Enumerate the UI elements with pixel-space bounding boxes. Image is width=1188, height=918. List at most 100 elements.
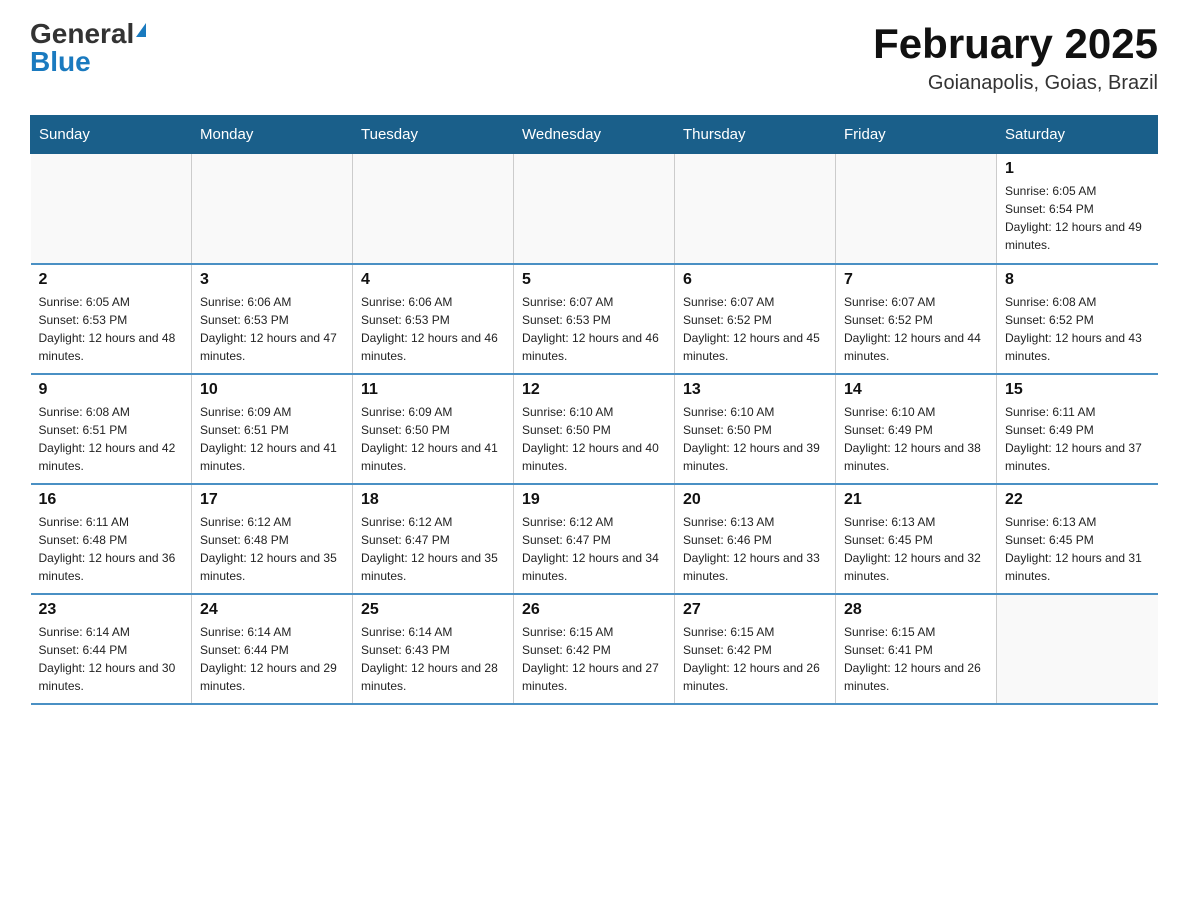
- day-info: Sunrise: 6:05 AMSunset: 6:54 PMDaylight:…: [1005, 182, 1150, 254]
- day-number: 14: [844, 381, 988, 399]
- day-info: Sunrise: 6:07 AMSunset: 6:52 PMDaylight:…: [683, 293, 827, 365]
- calendar-cell: 21 Sunrise: 6:13 AMSunset: 6:45 PMDayligh…: [836, 484, 997, 594]
- weekday-header-sunday: Sunday: [31, 116, 192, 154]
- day-number: 1: [1005, 160, 1150, 178]
- day-number: 5: [522, 271, 666, 289]
- calendar-cell: 6Sunrise: 6:07 AMSunset: 6:52 PMDaylight…: [675, 264, 836, 374]
- weekday-header-saturday: Saturday: [997, 116, 1158, 154]
- day-number: 25: [361, 601, 505, 619]
- weekday-header-monday: Monday: [192, 116, 353, 154]
- day-info: Sunrise: 6:14 AMSunset: 6:44 PMDaylight:…: [39, 623, 184, 695]
- calendar-cell: [31, 154, 192, 264]
- calendar-cell: 5 Sunrise: 6:07 AMSunset: 6:53 PMDaylight…: [514, 264, 675, 374]
- calendar-cell: 7Sunrise: 6:07 AMSunset: 6:52 PMDaylight…: [836, 264, 997, 374]
- calendar-cell: 9 Sunrise: 6:08 AMSunset: 6:51 PMDaylight…: [31, 374, 192, 484]
- weekday-header-friday: Friday: [836, 116, 997, 154]
- calendar-week-row: 1 Sunrise: 6:05 AMSunset: 6:54 PMDaylight…: [31, 154, 1158, 264]
- day-number: 21: [844, 491, 988, 509]
- day-info: Sunrise: 6:12 AMSunset: 6:47 PMDaylight:…: [361, 513, 505, 585]
- day-number: 3: [200, 271, 344, 289]
- weekday-header-thursday: Thursday: [675, 116, 836, 154]
- day-info: Sunrise: 6:09 AMSunset: 6:50 PMDaylight:…: [361, 403, 505, 475]
- day-info: Sunrise: 6:13 AMSunset: 6:45 PMDaylight:…: [1005, 513, 1150, 585]
- calendar-cell: 17Sunrise: 6:12 AMSunset: 6:48 PMDayligh…: [192, 484, 353, 594]
- calendar-cell: 2 Sunrise: 6:05 AMSunset: 6:53 PMDaylight…: [31, 264, 192, 374]
- day-info: Sunrise: 6:15 AMSunset: 6:42 PMDaylight:…: [683, 623, 827, 695]
- calendar-cell: 27 Sunrise: 6:15 AMSunset: 6:42 PMDayligh…: [675, 594, 836, 704]
- day-number: 23: [39, 601, 184, 619]
- calendar-cell: 28 Sunrise: 6:15 AMSunset: 6:41 PMDayligh…: [836, 594, 997, 704]
- day-info: Sunrise: 6:05 AMSunset: 6:53 PMDaylight:…: [39, 293, 184, 365]
- calendar-cell: 14 Sunrise: 6:10 AMSunset: 6:49 PMDayligh…: [836, 374, 997, 484]
- day-number: 27: [683, 601, 827, 619]
- calendar-cell: 15 Sunrise: 6:11 AMSunset: 6:49 PMDayligh…: [997, 374, 1158, 484]
- calendar-cell: 3 Sunrise: 6:06 AMSunset: 6:53 PMDaylight…: [192, 264, 353, 374]
- calendar-cell: 19 Sunrise: 6:12 AMSunset: 6:47 PMDayligh…: [514, 484, 675, 594]
- weekday-header-wednesday: Wednesday: [514, 116, 675, 154]
- day-info: Sunrise: 6:08 AMSunset: 6:52 PMDaylight:…: [1005, 293, 1150, 365]
- calendar-week-row: 9 Sunrise: 6:08 AMSunset: 6:51 PMDaylight…: [31, 374, 1158, 484]
- calendar-title: February 2025: [873, 20, 1158, 68]
- day-number: 10: [200, 381, 344, 399]
- day-number: 28: [844, 601, 988, 619]
- calendar-cell: 22 Sunrise: 6:13 AMSunset: 6:45 PMDayligh…: [997, 484, 1158, 594]
- day-info: Sunrise: 6:10 AMSunset: 6:50 PMDaylight:…: [683, 403, 827, 475]
- day-number: 8: [1005, 271, 1150, 289]
- day-number: 12: [522, 381, 666, 399]
- logo: General Blue: [30, 20, 146, 76]
- calendar-cell: [836, 154, 997, 264]
- day-number: 13: [683, 381, 827, 399]
- day-number: 11: [361, 381, 505, 399]
- calendar-cell: 20 Sunrise: 6:13 AMSunset: 6:46 PMDayligh…: [675, 484, 836, 594]
- calendar-body: 1 Sunrise: 6:05 AMSunset: 6:54 PMDaylight…: [31, 154, 1158, 704]
- day-info: Sunrise: 6:11 AMSunset: 6:49 PMDaylight:…: [1005, 403, 1150, 475]
- calendar-cell: [514, 154, 675, 264]
- day-number: 22: [1005, 491, 1150, 509]
- calendar-cell: 24 Sunrise: 6:14 AMSunset: 6:44 PMDayligh…: [192, 594, 353, 704]
- day-info: Sunrise: 6:12 AMSunset: 6:47 PMDaylight:…: [522, 513, 666, 585]
- calendar-cell: [675, 154, 836, 264]
- day-info: Sunrise: 6:09 AMSunset: 6:51 PMDaylight:…: [200, 403, 344, 475]
- calendar-cell: 1 Sunrise: 6:05 AMSunset: 6:54 PMDaylight…: [997, 154, 1158, 264]
- day-info: Sunrise: 6:15 AMSunset: 6:42 PMDaylight:…: [522, 623, 666, 695]
- day-number: 9: [39, 381, 184, 399]
- day-number: 24: [200, 601, 344, 619]
- day-info: Sunrise: 6:15 AMSunset: 6:41 PMDaylight:…: [844, 623, 988, 695]
- day-info: Sunrise: 6:06 AMSunset: 6:53 PMDaylight:…: [200, 293, 344, 365]
- day-number: 15: [1005, 381, 1150, 399]
- page-header: General Blue February 2025 Goianapolis, …: [30, 20, 1158, 95]
- calendar-cell: 12 Sunrise: 6:10 AMSunset: 6:50 PMDayligh…: [514, 374, 675, 484]
- day-number: 7: [844, 271, 988, 289]
- calendar-cell: 8 Sunrise: 6:08 AMSunset: 6:52 PMDaylight…: [997, 264, 1158, 374]
- logo-blue: Blue: [30, 48, 91, 76]
- day-number: 18: [361, 491, 505, 509]
- day-info: Sunrise: 6:11 AMSunset: 6:48 PMDaylight:…: [39, 513, 184, 585]
- calendar-subtitle: Goianapolis, Goias, Brazil: [873, 72, 1158, 95]
- calendar-cell: [192, 154, 353, 264]
- calendar-cell: 11 Sunrise: 6:09 AMSunset: 6:50 PMDayligh…: [353, 374, 514, 484]
- day-info: Sunrise: 6:10 AMSunset: 6:50 PMDaylight:…: [522, 403, 666, 475]
- calendar-header: SundayMondayTuesdayWednesdayThursdayFrid…: [31, 116, 1158, 154]
- day-number: 20: [683, 491, 827, 509]
- day-info: Sunrise: 6:10 AMSunset: 6:49 PMDaylight:…: [844, 403, 988, 475]
- day-number: 17: [200, 491, 344, 509]
- logo-general: General: [30, 20, 134, 48]
- day-info: Sunrise: 6:14 AMSunset: 6:44 PMDaylight:…: [200, 623, 344, 695]
- day-number: 4: [361, 271, 505, 289]
- calendar-table: SundayMondayTuesdayWednesdayThursdayFrid…: [30, 115, 1158, 705]
- calendar-week-row: 23 Sunrise: 6:14 AMSunset: 6:44 PMDayligh…: [31, 594, 1158, 704]
- day-info: Sunrise: 6:13 AMSunset: 6:45 PMDaylight:…: [844, 513, 988, 585]
- day-number: 19: [522, 491, 666, 509]
- calendar-cell: [997, 594, 1158, 704]
- calendar-week-row: 2 Sunrise: 6:05 AMSunset: 6:53 PMDaylight…: [31, 264, 1158, 374]
- day-number: 2: [39, 271, 184, 289]
- day-info: Sunrise: 6:14 AMSunset: 6:43 PMDaylight:…: [361, 623, 505, 695]
- title-block: February 2025 Goianapolis, Goias, Brazil: [873, 20, 1158, 95]
- calendar-cell: 13 Sunrise: 6:10 AMSunset: 6:50 PMDayligh…: [675, 374, 836, 484]
- day-info: Sunrise: 6:07 AMSunset: 6:53 PMDaylight:…: [522, 293, 666, 365]
- calendar-cell: 18 Sunrise: 6:12 AMSunset: 6:47 PMDayligh…: [353, 484, 514, 594]
- day-info: Sunrise: 6:08 AMSunset: 6:51 PMDaylight:…: [39, 403, 184, 475]
- calendar-cell: 23 Sunrise: 6:14 AMSunset: 6:44 PMDayligh…: [31, 594, 192, 704]
- calendar-cell: 16Sunrise: 6:11 AMSunset: 6:48 PMDayligh…: [31, 484, 192, 594]
- day-info: Sunrise: 6:13 AMSunset: 6:46 PMDaylight:…: [683, 513, 827, 585]
